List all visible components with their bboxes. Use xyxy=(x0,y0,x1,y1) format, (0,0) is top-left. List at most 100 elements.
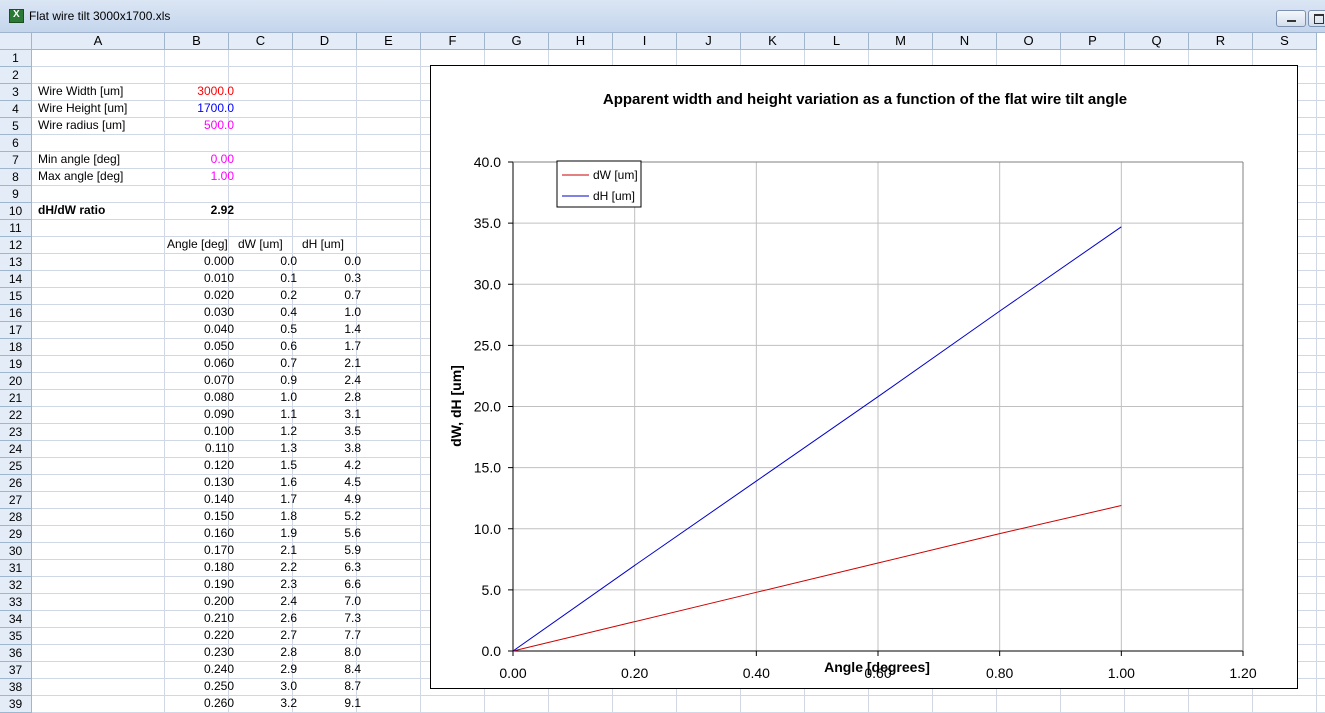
row-header-14[interactable]: 14 xyxy=(0,271,32,288)
dw-cell[interactable]: 0.2 xyxy=(236,287,300,304)
row-header-4[interactable]: 4 xyxy=(0,101,32,118)
dh-cell[interactable]: 8.7 xyxy=(300,678,364,695)
row-header-26[interactable]: 26 xyxy=(0,475,32,492)
column-header-K[interactable]: K xyxy=(741,33,805,50)
dh-cell[interactable]: 1.4 xyxy=(300,321,364,338)
angle-cell[interactable]: 0.220 xyxy=(165,627,237,644)
angle-cell[interactable]: 0.060 xyxy=(165,355,237,372)
angle-cell[interactable]: 0.040 xyxy=(165,321,237,338)
dh-cell[interactable]: 0.0 xyxy=(300,253,364,270)
angle-cell[interactable]: 0.240 xyxy=(165,661,237,678)
dw-cell[interactable]: 1.1 xyxy=(236,406,300,423)
row-header-19[interactable]: 19 xyxy=(0,356,32,373)
dh-cell[interactable]: 2.4 xyxy=(300,372,364,389)
wire-width-value[interactable]: 3000.0 xyxy=(165,83,237,100)
dh-cell[interactable]: 4.2 xyxy=(300,457,364,474)
row-header-11[interactable]: 11 xyxy=(0,220,32,237)
dw-cell[interactable]: 2.4 xyxy=(236,593,300,610)
angle-cell[interactable]: 0.070 xyxy=(165,372,237,389)
dh-cell[interactable]: 5.9 xyxy=(300,542,364,559)
dw-cell[interactable]: 0.5 xyxy=(236,321,300,338)
row-header-39[interactable]: 39 xyxy=(0,696,32,713)
dh-cell[interactable]: 7.3 xyxy=(300,610,364,627)
dh-cell[interactable]: 9.1 xyxy=(300,695,364,712)
dh-cell[interactable]: 4.5 xyxy=(300,474,364,491)
dw-cell[interactable]: 0.7 xyxy=(236,355,300,372)
row-header-18[interactable]: 18 xyxy=(0,339,32,356)
dh-cell[interactable]: 0.3 xyxy=(300,270,364,287)
column-header-F[interactable]: F xyxy=(421,33,485,50)
column-header-J[interactable]: J xyxy=(677,33,741,50)
dw-cell[interactable]: 0.6 xyxy=(236,338,300,355)
row-header-33[interactable]: 33 xyxy=(0,594,32,611)
row-header-7[interactable]: 7 xyxy=(0,152,32,169)
row-header-2[interactable]: 2 xyxy=(0,67,32,84)
dh-cell[interactable]: 0.7 xyxy=(300,287,364,304)
dh-cell[interactable]: 2.8 xyxy=(300,389,364,406)
dh-cell[interactable]: 6.3 xyxy=(300,559,364,576)
dh-cell[interactable]: 3.8 xyxy=(300,440,364,457)
dw-cell[interactable]: 1.5 xyxy=(236,457,300,474)
angle-cell[interactable]: 0.150 xyxy=(165,508,237,525)
angle-cell[interactable]: 0.210 xyxy=(165,610,237,627)
row-header-15[interactable]: 15 xyxy=(0,288,32,305)
dw-cell[interactable]: 0.4 xyxy=(236,304,300,321)
dw-cell[interactable]: 1.7 xyxy=(236,491,300,508)
dw-cell[interactable]: 0.0 xyxy=(236,253,300,270)
row-header-10[interactable]: 10 xyxy=(0,203,32,220)
column-header-N[interactable]: N xyxy=(933,33,997,50)
row-header-35[interactable]: 35 xyxy=(0,628,32,645)
column-header-S[interactable]: S xyxy=(1253,33,1317,50)
dw-cell[interactable]: 1.3 xyxy=(236,440,300,457)
angle-cell[interactable]: 0.100 xyxy=(165,423,237,440)
angle-cell[interactable]: 0.090 xyxy=(165,406,237,423)
dh-cell[interactable]: 8.4 xyxy=(300,661,364,678)
column-header-C[interactable]: C xyxy=(229,33,293,50)
column-header-O[interactable]: O xyxy=(997,33,1061,50)
minimize-button[interactable] xyxy=(1276,10,1306,27)
column-header-P[interactable]: P xyxy=(1061,33,1125,50)
row-header-37[interactable]: 37 xyxy=(0,662,32,679)
dh-cell[interactable]: 1.7 xyxy=(300,338,364,355)
row-header-9[interactable]: 9 xyxy=(0,186,32,203)
row-header-24[interactable]: 24 xyxy=(0,441,32,458)
row-header-6[interactable]: 6 xyxy=(0,135,32,152)
dh-cell[interactable]: 5.6 xyxy=(300,525,364,542)
row-header-34[interactable]: 34 xyxy=(0,611,32,628)
column-header-Q[interactable]: Q xyxy=(1125,33,1189,50)
dw-cell[interactable]: 3.0 xyxy=(236,678,300,695)
spreadsheet[interactable]: ABCDEFGHIJKLMNOPQRS 1 2 3 4 5 6 7 8 9 10 11 12 13 14 1… xyxy=(0,33,1325,713)
angle-cell[interactable]: 0.170 xyxy=(165,542,237,559)
dw-cell[interactable]: 2.2 xyxy=(236,559,300,576)
angle-cell[interactable]: 0.230 xyxy=(165,644,237,661)
row-header-3[interactable]: 3 xyxy=(0,84,32,101)
row-header-12[interactable]: 12 xyxy=(0,237,32,254)
column-header-H[interactable]: H xyxy=(549,33,613,50)
row-header-20[interactable]: 20 xyxy=(0,373,32,390)
angle-cell[interactable]: 0.030 xyxy=(165,304,237,321)
dw-cell[interactable]: 3.2 xyxy=(236,695,300,712)
dw-cell[interactable]: 0.1 xyxy=(236,270,300,287)
dh-cell[interactable]: 1.0 xyxy=(300,304,364,321)
angle-cell[interactable]: 0.110 xyxy=(165,440,237,457)
dw-cell[interactable]: 0.9 xyxy=(236,372,300,389)
dw-cell[interactable]: 1.9 xyxy=(236,525,300,542)
restore-button[interactable] xyxy=(1308,10,1325,27)
row-header-5[interactable]: 5 xyxy=(0,118,32,135)
angle-cell[interactable]: 0.200 xyxy=(165,593,237,610)
dh-cell[interactable]: 7.0 xyxy=(300,593,364,610)
row-header-25[interactable]: 25 xyxy=(0,458,32,475)
dw-cell[interactable]: 2.6 xyxy=(236,610,300,627)
row-header-8[interactable]: 8 xyxy=(0,169,32,186)
dh-cell[interactable]: 7.7 xyxy=(300,627,364,644)
angle-cell[interactable]: 0.080 xyxy=(165,389,237,406)
dw-cell[interactable]: 2.9 xyxy=(236,661,300,678)
dw-cell[interactable]: 2.7 xyxy=(236,627,300,644)
row-header-17[interactable]: 17 xyxy=(0,322,32,339)
column-header-L[interactable]: L xyxy=(805,33,869,50)
dh-cell[interactable]: 4.9 xyxy=(300,491,364,508)
wire-radius-value[interactable]: 500.0 xyxy=(165,117,237,134)
dh-cell[interactable]: 3.5 xyxy=(300,423,364,440)
dh-cell[interactable]: 8.0 xyxy=(300,644,364,661)
dh-cell[interactable]: 5.2 xyxy=(300,508,364,525)
